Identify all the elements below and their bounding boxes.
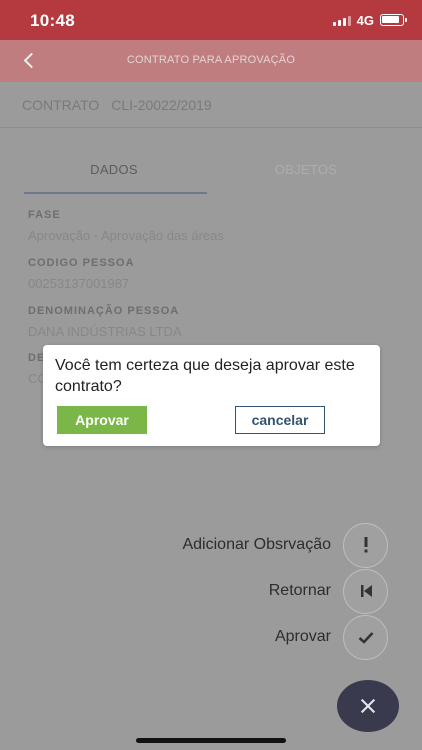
confirm-dialog: Você tem certeza que deseja aprovar este… [43,345,380,446]
skip-back-icon[interactable] [343,568,388,614]
home-indicator [136,738,286,743]
field-label-codigo: CODIGO PESSOA [28,257,135,269]
action-return[interactable]: Retornar [268,568,388,614]
tab-dados[interactable]: DADOS [24,162,204,177]
divider [0,127,422,128]
contract-header: CONTRATO CLI-20022/2019 [22,97,212,113]
action-return-label: Retornar [268,582,331,599]
page-title: CONTRATO PARA APROVAÇÃO [126,54,296,66]
check-icon[interactable] [343,614,388,660]
tab-active-indicator [24,192,207,194]
battery-icon [380,14,407,26]
action-approve[interactable]: Aprovar [274,614,388,660]
exclamation-icon[interactable] [343,522,388,568]
dialog-message: Você tem certeza que deseja aprovar este… [55,357,355,395]
contract-number: CLI-20022/2019 [111,97,212,113]
dialog-cancel-button[interactable]: cancelar [235,406,325,434]
field-label-fase: FASE [28,209,61,221]
action-add-note-label: Adicionar Obsrvação [182,536,331,553]
signal-icon [332,14,351,26]
field-value-fase: Aprovação - Aprovação das áreas [28,228,224,243]
action-add-note[interactable]: Adicionar Obsrvação [182,522,388,568]
dialog-approve-button[interactable]: Aprovar [57,406,147,434]
nav-bar: CONTRATO PARA APROVAÇÃO [0,40,422,82]
action-approve-label: Aprovar [274,628,331,645]
contract-label: CONTRATO [22,97,100,113]
status-time: 10:48 [30,11,75,30]
status-indicators: 4G [332,12,407,28]
field-label-denominacao: DENOMINAÇÃO PESSOA [28,305,180,317]
tab-objetos[interactable]: OBJETOS [216,162,396,177]
close-icon[interactable] [337,680,399,732]
status-bar: 10:48 4G [0,0,422,40]
field-value-denominacao: DANA INDÚSTRIAS LTDA [28,324,182,339]
field-value-codigo: 00253137001987 [28,276,130,291]
network-type: 4G [356,12,374,28]
